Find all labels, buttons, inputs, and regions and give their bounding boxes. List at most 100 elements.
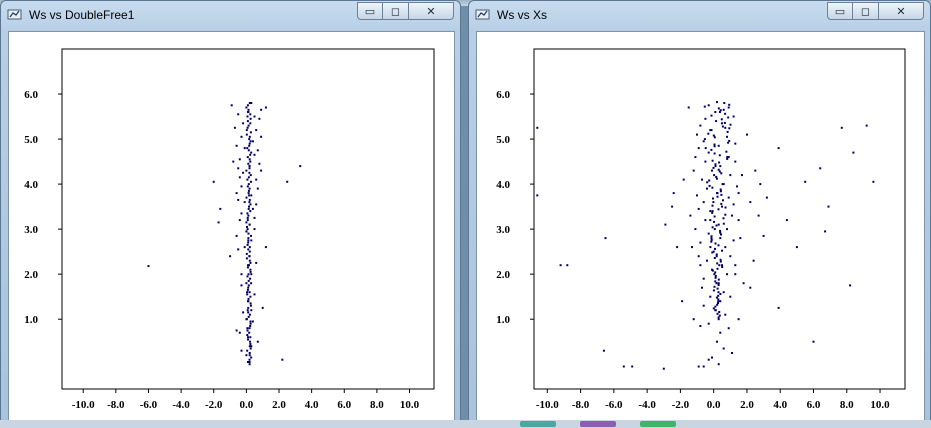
app-icon <box>7 9 22 20</box>
data-point <box>250 239 253 242</box>
data-point <box>245 318 248 321</box>
data-point <box>819 167 822 170</box>
x-tick-label: 4.0 <box>773 399 787 411</box>
data-point <box>246 228 249 231</box>
data-point <box>719 229 722 232</box>
data-point <box>714 309 717 312</box>
data-point <box>697 147 700 150</box>
data-point <box>247 336 249 339</box>
data-point <box>752 259 755 262</box>
taskbar-item[interactable] <box>640 421 676 427</box>
data-point <box>716 340 718 343</box>
data-point <box>247 162 250 165</box>
close-button[interactable]: ✕ <box>409 2 454 20</box>
data-point <box>249 270 252 273</box>
maximize-button[interactable]: ◻ <box>383 2 409 20</box>
title-bar[interactable]: Ws vs Xs ▭ ◻ ✕ <box>469 1 930 31</box>
plot-window-ws-vs-doublefree1[interactable]: Ws vs DoubleFree1 ▭ ◻ ✕ -10.0 -8.0 -6.0 -4.… <box>0 0 461 428</box>
data-point <box>726 130 729 133</box>
data-point <box>701 286 703 289</box>
title-bar[interactable]: Ws vs DoubleFree1 ▭ ◻ ✕ <box>1 1 460 31</box>
data-point <box>247 176 250 179</box>
data-point <box>714 165 717 168</box>
data-point <box>689 214 692 217</box>
data-point <box>713 174 716 177</box>
data-point <box>238 219 241 222</box>
minimize-icon: ▭ <box>364 4 376 18</box>
data-point <box>719 260 722 263</box>
data-point <box>248 313 251 316</box>
data-point <box>242 122 245 125</box>
taskbar-item[interactable] <box>520 421 556 427</box>
close-button[interactable]: ✕ <box>879 2 924 20</box>
data-point <box>248 142 251 145</box>
data-point <box>232 160 235 163</box>
close-icon: ✕ <box>896 4 906 18</box>
data-point <box>692 169 695 172</box>
data-point <box>240 349 243 352</box>
data-point <box>247 183 250 186</box>
x-tick-label: -10.0 <box>72 399 95 411</box>
data-point <box>716 303 719 306</box>
minimize-button[interactable]: ▭ <box>357 2 383 20</box>
y-tick-label: 3.0 <box>496 224 510 236</box>
scatter-plot: -10.0 -8.0 -6.0 -4.0 -2.0 0.0 2.0 4.0 6.0 8.0 10.0… <box>496 48 906 411</box>
data-point <box>865 124 868 127</box>
plot-window-ws-vs-xs[interactable]: Ws vs Xs ▭ ◻ ✕ -10.0 -8.0 -6.0 -4.0 -2.0 0.0 2… <box>468 0 931 428</box>
data-point <box>713 228 716 231</box>
data-point <box>702 201 705 204</box>
data-point <box>711 269 714 272</box>
data-point <box>536 126 539 129</box>
data-point <box>721 264 723 267</box>
window-title: Ws vs DoubleFree1 <box>29 8 135 22</box>
data-point <box>712 197 714 200</box>
data-point <box>249 304 252 307</box>
data-point <box>707 358 710 361</box>
maximize-button[interactable]: ◻ <box>853 2 879 20</box>
data-point <box>704 160 707 163</box>
data-point <box>238 158 241 161</box>
data-point <box>759 183 762 186</box>
data-point <box>247 306 250 309</box>
data-point <box>245 106 248 109</box>
data-point <box>702 304 705 307</box>
data-point <box>248 167 251 170</box>
data-point <box>713 145 716 148</box>
taskbar-item[interactable] <box>580 421 616 427</box>
data-point <box>699 264 702 267</box>
data-point <box>721 125 724 128</box>
data-point <box>722 291 725 294</box>
data-point <box>727 196 730 199</box>
data-point <box>249 174 252 177</box>
data-point <box>248 165 251 168</box>
data-point <box>714 111 717 113</box>
data-point <box>709 210 712 213</box>
data-point <box>246 212 249 215</box>
data-point <box>777 306 780 309</box>
x-tick-label: 0.0 <box>239 399 253 411</box>
data-point <box>247 311 250 314</box>
data-point <box>711 226 714 229</box>
data-point <box>246 225 248 228</box>
data-point <box>724 313 727 316</box>
data-point <box>248 259 251 262</box>
minimize-button[interactable]: ▭ <box>827 2 853 20</box>
data-point <box>249 277 252 280</box>
data-point <box>717 223 720 226</box>
data-point <box>709 295 712 298</box>
data-point <box>230 104 233 107</box>
data-point <box>717 316 720 319</box>
data-point <box>710 237 713 240</box>
minimize-icon: ▭ <box>834 4 846 18</box>
data-point <box>711 356 713 359</box>
data-point <box>717 107 720 110</box>
data-point <box>559 264 562 267</box>
data-point <box>709 219 712 222</box>
data-point <box>718 161 721 164</box>
maximize-icon: ◻ <box>390 4 401 18</box>
data-point <box>247 207 250 210</box>
data-point <box>250 273 253 276</box>
data-point <box>785 219 788 222</box>
data-point <box>713 143 716 146</box>
data-point <box>812 340 815 343</box>
